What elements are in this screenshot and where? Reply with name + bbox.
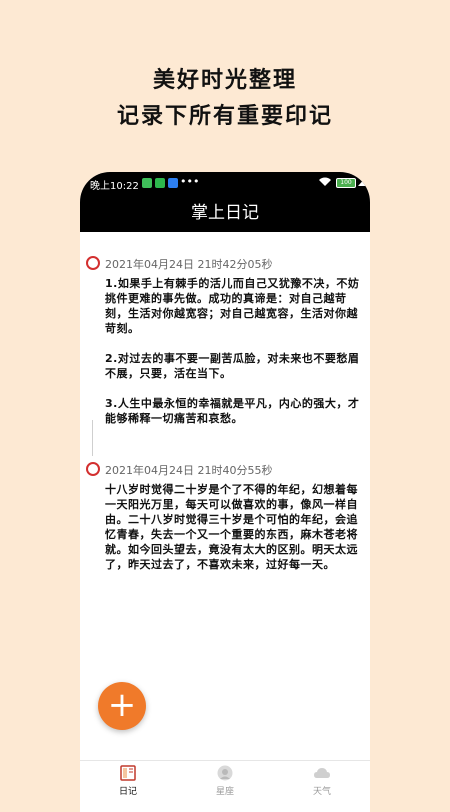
entry-body: 十八岁时觉得二十岁是个了不得的年纪，幻想着每一天阳光万里，每天可以做喜欢的事，像… xyxy=(105,482,360,587)
wifi-icon xyxy=(318,176,332,190)
entry-body: 1.如果手上有棘手的活儿而自己又犹豫不决，不妨挑件更难的事先做。成功的真谛是：对… xyxy=(105,276,360,441)
battery-icon: 100 xyxy=(336,178,356,188)
nav-tab-constellation[interactable]: 星座 xyxy=(177,765,273,797)
constellation-icon xyxy=(217,765,233,781)
nav-tab-label: 日记 xyxy=(118,787,137,797)
timeline-dot-icon xyxy=(86,462,100,476)
signal-icon xyxy=(358,176,367,189)
entry-paragraph: 3.人生中最永恒的幸福就是平凡，内心的强大，才能够稀释一切痛苦和哀愁。 xyxy=(105,397,360,425)
entry-paragraph: 2.对过去的事不要一副苦瓜脸，对未来也不要愁眉不展，只要，活在当下。 xyxy=(105,352,360,380)
promo-headline: 美好时光整理 xyxy=(152,68,297,93)
entry-date: 2021年04月24日 21时40分55秒 xyxy=(105,464,273,477)
status-time: 晚上10:22 xyxy=(90,181,139,192)
nav-tab-diary[interactable]: 日记 xyxy=(80,765,176,797)
app-notification-icon xyxy=(142,178,152,188)
timeline-connector xyxy=(92,420,93,456)
weather-cloud-icon xyxy=(314,768,330,778)
entry-date: 2021年04月24日 21时42分05秒 xyxy=(105,258,273,271)
app-notification-icon xyxy=(168,178,178,188)
more-notifications-icon: ••• xyxy=(180,175,200,188)
diary-book-icon xyxy=(120,765,136,781)
add-entry-button[interactable]: + xyxy=(98,682,146,730)
nav-tab-label: 星座 xyxy=(215,787,234,797)
bottom-navigation: 日记 星座 天气 xyxy=(80,760,370,801)
nav-tab-weather[interactable]: 天气 xyxy=(274,765,370,797)
phone-frame: 晚上10:22 ••• 100 掌上日记 2021年04月24日 21时42分0… xyxy=(80,172,370,812)
status-bar: 晚上10:22 ••• 100 xyxy=(80,172,370,194)
entry-paragraph: 1.如果手上有棘手的活儿而自己又犹豫不决，不妨挑件更难的事先做。成功的真谛是：对… xyxy=(105,277,360,335)
entry-paragraph: 十八岁时觉得二十岁是个了不得的年纪，幻想着每一天阳光万里，每天可以做喜欢的事，像… xyxy=(105,483,358,571)
nav-tab-label: 天气 xyxy=(312,787,331,797)
app-title-bar: 掌上日记 xyxy=(80,194,370,232)
promo-subheadline: 记录下所有重要印记 xyxy=(116,104,333,129)
timeline-dot-icon xyxy=(86,256,100,270)
app-notification-icon xyxy=(155,178,165,188)
page-title: 掌上日记 xyxy=(191,203,259,223)
